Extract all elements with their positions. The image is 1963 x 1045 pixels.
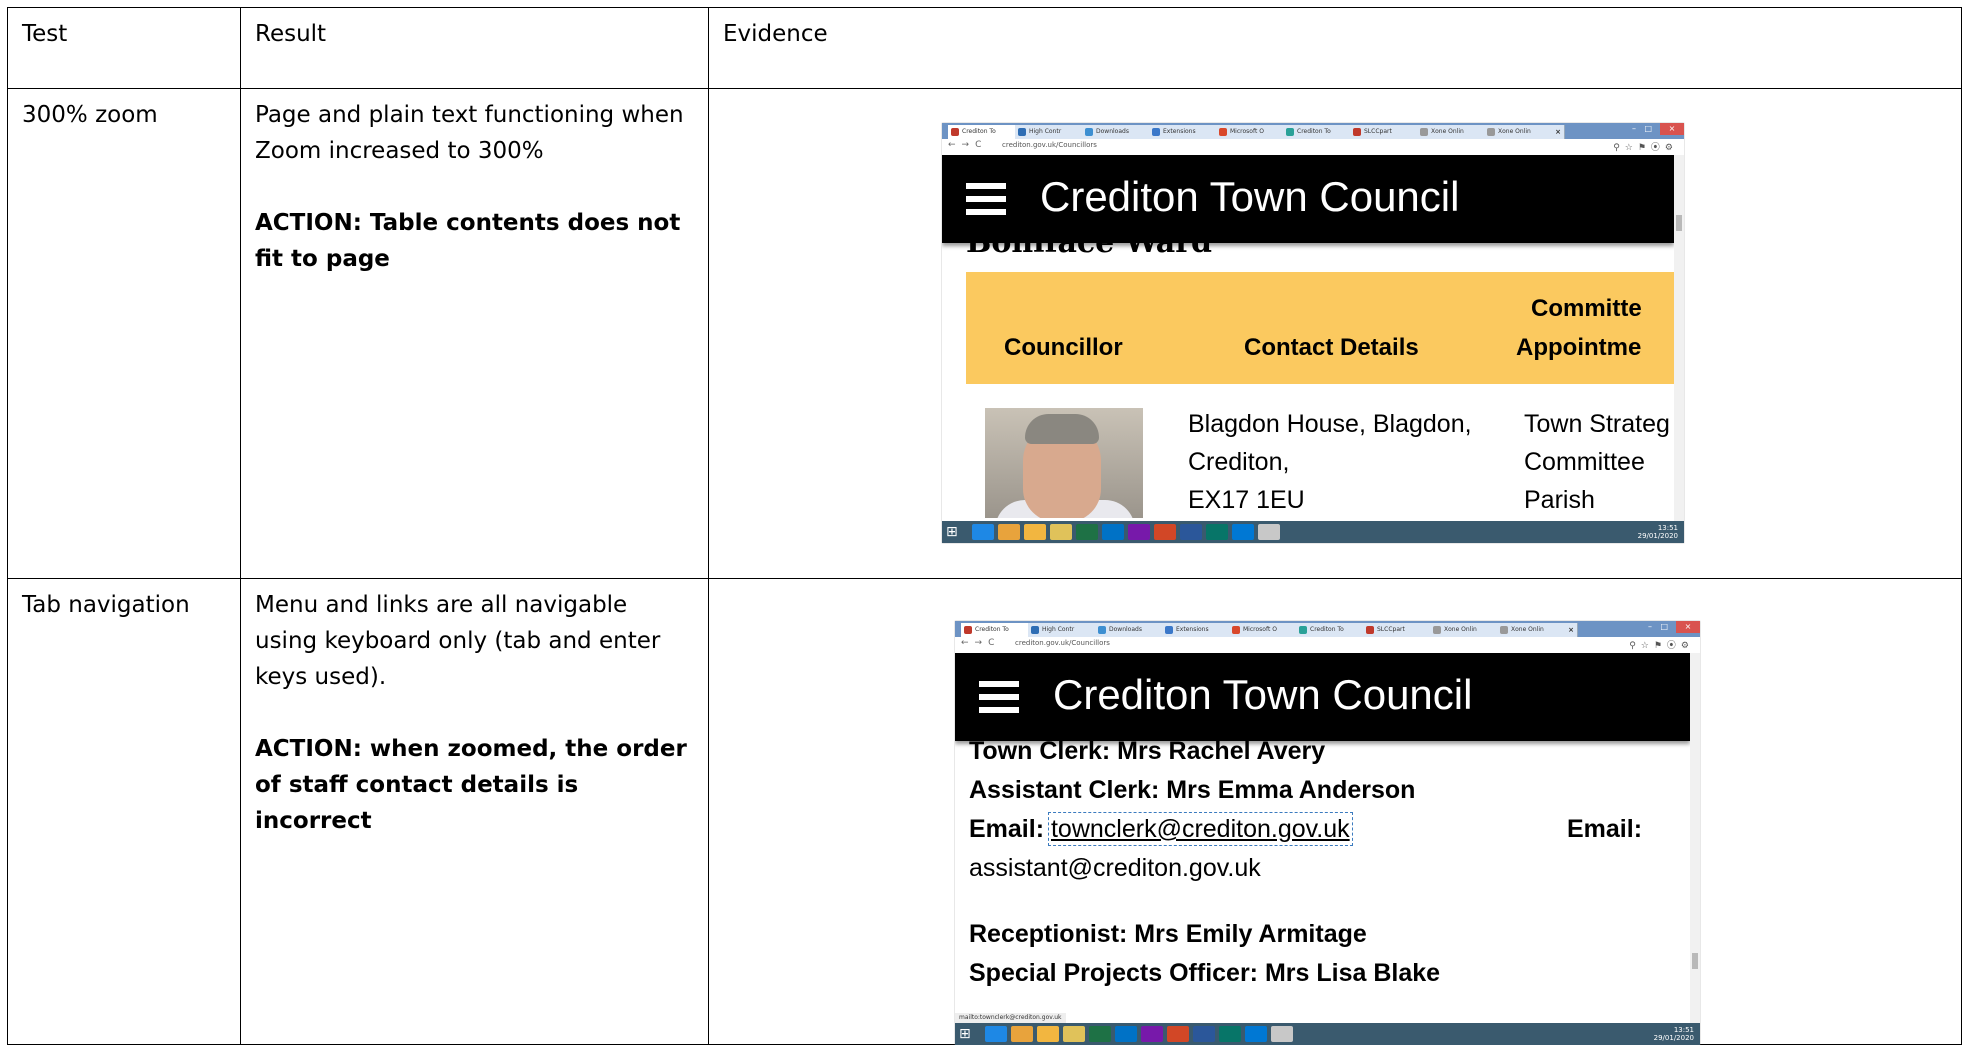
windows-start-icon: ⊞ bbox=[959, 1026, 971, 1042]
assistant-clerk: Assistant Clerk: Mrs Emma Anderson bbox=[969, 776, 1416, 804]
word-icon bbox=[1193, 1026, 1215, 1042]
header-evidence: Evidence bbox=[708, 7, 1962, 89]
app-icon bbox=[1271, 1026, 1293, 1042]
col-appointment: Appointme bbox=[1516, 334, 1642, 361]
hamburger-menu-icon bbox=[966, 183, 1006, 215]
ie-icon bbox=[972, 524, 994, 540]
result-cell: Menu and links are all navigable using k… bbox=[240, 578, 709, 1045]
header-row: Test Result Evidence bbox=[7, 7, 1962, 89]
browser-tab: Xone Onlin× bbox=[1484, 125, 1565, 139]
site-header: Crediton Town Council bbox=[942, 155, 1674, 243]
report-table: Test Result Evidence 300% zoom Page and … bbox=[7, 7, 1962, 1045]
windows-taskbar: ⊞ 13:51 29/01/2020 bbox=[955, 1023, 1700, 1045]
word-icon bbox=[1180, 524, 1202, 540]
windows-taskbar: ⊞ 13:51 29/01/2020 bbox=[942, 521, 1684, 543]
town-clerk: Town Clerk: Mrs Rachel Avery bbox=[969, 737, 1326, 765]
ie-icon bbox=[985, 1026, 1007, 1042]
contact-details: Blagdon House, Blagdon, Crediton, EX17 1… bbox=[1188, 410, 1472, 514]
header-result: Result bbox=[240, 7, 709, 89]
window-controls: – □ × bbox=[1624, 123, 1684, 139]
evidence-cell: Crediton To× High Contr× Downloads× Exte… bbox=[708, 578, 1962, 1045]
email-label: Email: bbox=[969, 815, 1045, 843]
table-row: Tab navigation Menu and links are all na… bbox=[7, 578, 1962, 1045]
col-contact: Contact Details bbox=[1244, 334, 1419, 361]
hamburger-menu-icon bbox=[979, 681, 1019, 713]
outlook-icon bbox=[1245, 1026, 1267, 1042]
site-title: Crediton Town Council bbox=[1040, 173, 1460, 220]
chrome-icon bbox=[998, 524, 1020, 540]
home-icon bbox=[1024, 524, 1046, 540]
col-councillor: Councillor bbox=[1004, 334, 1123, 361]
chrome-icon bbox=[1011, 1026, 1033, 1042]
window-controls: – □ × bbox=[1640, 621, 1700, 637]
website-view: Crediton Town Council Boniface Ward Coun… bbox=[942, 155, 1674, 521]
appointments: Town Strateg Committee Parish bbox=[1524, 410, 1670, 514]
outlook-icon bbox=[1102, 524, 1124, 540]
browser-tabstrip: Crediton To× High Contr× Downloads× Exte… bbox=[942, 123, 1684, 139]
toolbar-icons: ⚲☆⚑⦿⚙ bbox=[1629, 641, 1694, 651]
councillor-table-header: Councillor Contact Details Committe Appo… bbox=[966, 272, 1674, 384]
folder-icon bbox=[1063, 1026, 1085, 1042]
url-text: crediton.gov.uk/Councillors bbox=[1002, 141, 1097, 149]
close-icon: × bbox=[1676, 621, 1700, 633]
system-clock: 13:51 29/01/2020 bbox=[1653, 1026, 1694, 1042]
test-cell: Tab navigation bbox=[7, 578, 241, 1045]
publisher-icon bbox=[1206, 524, 1228, 540]
assistant-email[interactable]: assistant@crediton.gov.uk bbox=[969, 854, 1261, 883]
address-bar: ←→C crediton.gov.uk/Councillors ⚲☆⚑⦿⚙ bbox=[942, 139, 1684, 156]
special-projects-officer: Special Projects Officer: Mrs Lisa Blake bbox=[969, 959, 1441, 987]
powerpoint-icon bbox=[1167, 1026, 1189, 1042]
councillor-photo bbox=[985, 408, 1143, 518]
action-text: ACTION: when zoomed, the order of staff … bbox=[255, 736, 687, 834]
app-icon bbox=[1258, 524, 1280, 540]
address-bar: ←→C crediton.gov.uk/Councillors ⚲☆⚑⦿⚙ bbox=[955, 637, 1700, 654]
onenote-icon bbox=[1128, 524, 1150, 540]
screenshot-zoom: Crediton To× High Contr× Downloads× Exte… bbox=[942, 123, 1684, 543]
outlook-icon bbox=[1232, 524, 1254, 540]
home-icon bbox=[1037, 1026, 1059, 1042]
powerpoint-icon bbox=[1154, 524, 1176, 540]
windows-start-icon: ⊞ bbox=[946, 524, 958, 540]
nav-arrows-icon: ←→C bbox=[948, 140, 988, 150]
onenote-icon bbox=[1141, 1026, 1163, 1042]
website-view: Crediton Town Council Town Clerk: Mrs Ra… bbox=[955, 653, 1690, 1023]
outlook-icon bbox=[1115, 1026, 1137, 1042]
site-title: Crediton Town Council bbox=[1053, 671, 1473, 718]
receptionist: Receptionist: Mrs Emily Armitage bbox=[969, 920, 1367, 948]
action-text: ACTION: Table contents does not fit to p… bbox=[255, 210, 681, 272]
url-text: crediton.gov.uk/Councillors bbox=[1015, 639, 1110, 647]
browser-tab: Xone Onlin× bbox=[1497, 623, 1578, 637]
excel-icon bbox=[1089, 1026, 1111, 1042]
system-clock: 13:51 29/01/2020 bbox=[1637, 524, 1678, 540]
scrollbar bbox=[1690, 653, 1700, 1023]
site-header: Crediton Town Council bbox=[955, 653, 1690, 741]
nav-arrows-icon: ←→C bbox=[961, 638, 1001, 648]
result-cell: Page and plain text functioning when Zoo… bbox=[240, 88, 709, 579]
clerk-email-link[interactable]: townclerk@crediton.gov.uk bbox=[1047, 812, 1353, 846]
status-url: mailto:townclerk@crediton.gov.uk bbox=[955, 1013, 1066, 1023]
toolbar-icons: ⚲☆⚑⦿⚙ bbox=[1613, 143, 1678, 153]
email-label-2: Email: bbox=[1567, 815, 1643, 843]
browser-tabstrip: Crediton To× High Contr× Downloads× Exte… bbox=[955, 621, 1700, 637]
folder-icon bbox=[1050, 524, 1072, 540]
test-cell: 300% zoom bbox=[7, 88, 241, 579]
publisher-icon bbox=[1219, 1026, 1241, 1042]
header-test: Test bbox=[7, 7, 241, 89]
scrollbar bbox=[1674, 155, 1684, 521]
clerk-email-line: Email: townclerk@crediton.gov.uk bbox=[969, 812, 1353, 846]
screenshot-tabnav: Crediton To× High Contr× Downloads× Exte… bbox=[955, 621, 1700, 1045]
col-committee: Committe bbox=[1531, 295, 1642, 322]
table-row: 300% zoom Page and plain text functionin… bbox=[7, 88, 1962, 579]
result-text: Menu and links are all navigable using k… bbox=[255, 592, 661, 690]
evidence-cell: Crediton To× High Contr× Downloads× Exte… bbox=[708, 88, 1962, 579]
close-icon: × bbox=[1660, 123, 1684, 135]
excel-icon bbox=[1076, 524, 1098, 540]
result-text: Page and plain text functioning when Zoo… bbox=[255, 102, 684, 164]
